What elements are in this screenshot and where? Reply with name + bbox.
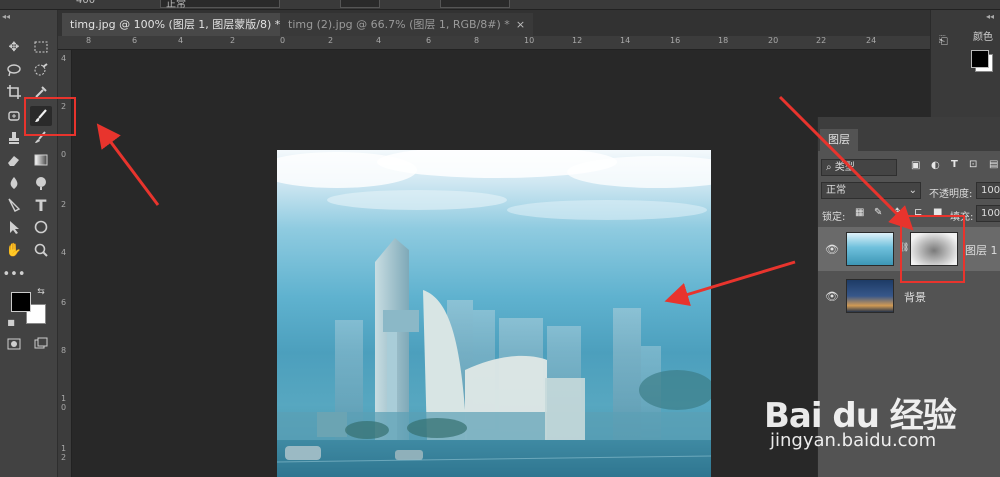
collapse-icon[interactable]: ◂◂ xyxy=(2,12,10,21)
lock-transparent-icon[interactable]: ▦ xyxy=(855,207,864,218)
layer-name[interactable]: 背景 xyxy=(904,289,926,305)
baidu-jingyan-watermark: Bai du 经验 jingyan.baidu.com xyxy=(760,368,1000,468)
close-icon[interactable]: × xyxy=(516,18,525,31)
search-icon: ⌕ xyxy=(826,162,835,173)
watermark-site: jingyan.baidu.com xyxy=(770,430,937,451)
lasso-tool-icon[interactable] xyxy=(3,60,25,80)
lock-pixels-icon[interactable]: ✎ xyxy=(874,207,882,218)
blend-fragment: 正常 xyxy=(166,0,186,10)
ruler-tick: 16 xyxy=(670,36,681,45)
layer-name[interactable]: 图层 1 xyxy=(965,242,998,258)
ruler-tick: 8 xyxy=(86,36,92,45)
type-tool-icon[interactable]: T xyxy=(30,195,52,215)
path-select-tool-icon[interactable] xyxy=(3,217,25,237)
ruler-tick: 12 xyxy=(572,36,583,45)
screen-mode-icon[interactable] xyxy=(30,334,52,354)
ruler-tick: 24 xyxy=(866,36,877,45)
layers-panel-header: 图层 xyxy=(818,117,1000,151)
lock-label: 锁定: xyxy=(822,212,846,223)
ruler-tick: 4 xyxy=(178,36,184,45)
ruler-tick: 6 xyxy=(426,36,432,45)
ruler-tick: 22 xyxy=(816,36,827,45)
ruler-tick: 0 xyxy=(280,36,286,45)
ruler-tick: 4 xyxy=(61,54,67,63)
default-colors-icon[interactable]: ■ xyxy=(5,316,17,328)
ruler-tick: 0 xyxy=(61,150,67,159)
ruler-tick: 20 xyxy=(768,36,779,45)
city-skyline-image xyxy=(277,150,711,477)
ellipse-tool-icon[interactable] xyxy=(30,217,52,237)
fill-input[interactable]: 100% xyxy=(976,205,1000,222)
ruler-tick: 2 xyxy=(328,36,334,45)
filter-label: 类型 xyxy=(834,162,855,173)
brush-tool-highlight-box xyxy=(24,97,76,136)
swap-colors-icon[interactable]: ⇆ xyxy=(35,286,47,298)
tab-label: timg (2).jpg @ 66.7% (图层 1, RGB/8#) * xyxy=(288,18,510,31)
ruler-tick: 2 xyxy=(61,200,67,209)
blend-mode-select[interactable]: 正常 ⌄ xyxy=(821,182,921,199)
opacity-input[interactable]: 100% xyxy=(976,182,1000,199)
blend-mode-value: 正常 xyxy=(826,185,846,196)
tab-timg-2[interactable]: timg (2).jpg @ 66.7% (图层 1, RGB/8#) * × xyxy=(280,13,534,36)
ruler-tick: 4 xyxy=(376,36,382,45)
photoshop-window: 400 正常 ◂◂ ✥ T ✋ ••• ⇆ ■ timg.jpg @ 100% … xyxy=(0,0,1000,477)
ruler-tick: 6 xyxy=(61,298,67,307)
quick-select-tool-icon[interactable] xyxy=(30,60,52,80)
flow-field[interactable] xyxy=(440,0,510,8)
filter-type-icon[interactable]: T xyxy=(951,159,958,170)
filter-shape-icon[interactable]: ⊡ xyxy=(969,159,977,170)
layer-mask-highlight-box xyxy=(900,215,965,283)
ruler-tick: 2 xyxy=(230,36,236,45)
collapse-icon[interactable]: ◂◂ xyxy=(986,12,994,21)
visibility-eye-icon[interactable]: 👁 xyxy=(825,243,839,256)
ruler-tick: 8 xyxy=(474,36,480,45)
opacity-label: 不透明度: xyxy=(929,189,973,200)
ruler-tick: 8 xyxy=(61,346,67,355)
horizontal-ruler: 8 6 4 2 0 2 4 6 8 10 12 14 16 18 20 22 2… xyxy=(58,36,930,50)
move-tool-icon[interactable]: ✥ xyxy=(3,37,25,57)
document-tab-bar: timg.jpg @ 100% (图层 1, 图层蒙版/8) *× timg (… xyxy=(58,10,930,36)
quick-mask-icon[interactable] xyxy=(3,334,25,354)
filter-smart-object-icon[interactable]: ▤ xyxy=(989,159,998,170)
zoom-tool-icon[interactable] xyxy=(30,240,52,260)
filter-pixel-icon[interactable]: ▣ xyxy=(911,160,920,171)
ruler-tick: 10 xyxy=(524,36,535,45)
ruler-tick: 14 xyxy=(620,36,631,45)
foreground-color-swatch[interactable] xyxy=(11,292,31,312)
ruler-tick: 6 xyxy=(132,36,138,45)
options-bar: 400 正常 xyxy=(0,0,1000,10)
dodge-tool-icon[interactable] xyxy=(30,173,52,193)
chevron-down-icon: ⌄ xyxy=(908,185,917,196)
ruler-tick: 18 xyxy=(718,36,729,45)
more-tools-icon[interactable]: ••• xyxy=(3,264,26,284)
layer-thumbnail[interactable] xyxy=(846,279,894,313)
pen-tool-icon[interactable] xyxy=(3,195,25,215)
clone-stamp-tool-icon[interactable] xyxy=(3,128,25,148)
tab-label: timg.jpg @ 100% (图层 1, 图层蒙版/8) * xyxy=(70,18,281,31)
filter-adjustment-icon[interactable]: ◐ xyxy=(931,160,940,171)
tab-timg[interactable]: timg.jpg @ 100% (图层 1, 图层蒙版/8) *× xyxy=(62,13,304,36)
history-panel-icon[interactable]: ⎗ xyxy=(939,34,948,48)
marquee-tool-icon[interactable] xyxy=(30,37,52,57)
healing-brush-tool-icon[interactable] xyxy=(3,106,25,126)
layer-filter-select[interactable]: ⌕ 类型 xyxy=(821,159,897,176)
document-image[interactable] xyxy=(277,150,711,477)
layer-thumbnail[interactable] xyxy=(846,232,894,266)
tools-panel: ◂◂ ✥ T ✋ ••• ⇆ ■ xyxy=(0,10,58,477)
tab-layers[interactable]: 图层 xyxy=(820,129,858,151)
ruler-tick: 4 xyxy=(61,248,67,257)
ruler-tick: 1 2 xyxy=(61,444,67,462)
zoom-fragment: 400 xyxy=(76,0,96,6)
gradient-tool-icon[interactable] xyxy=(30,150,52,170)
panel-fg-color-swatch[interactable] xyxy=(971,50,989,68)
crop-tool-icon[interactable] xyxy=(3,82,25,102)
visibility-eye-icon[interactable]: 👁 xyxy=(825,290,839,303)
eraser-tool-icon[interactable] xyxy=(3,150,25,170)
ruler-tick: 1 0 xyxy=(61,394,67,412)
hand-tool-icon[interactable]: ✋ xyxy=(3,240,25,260)
color-panel-title[interactable]: 颜色 xyxy=(973,28,993,43)
blur-tool-icon[interactable] xyxy=(3,173,25,193)
opacity-field[interactable] xyxy=(340,0,380,8)
